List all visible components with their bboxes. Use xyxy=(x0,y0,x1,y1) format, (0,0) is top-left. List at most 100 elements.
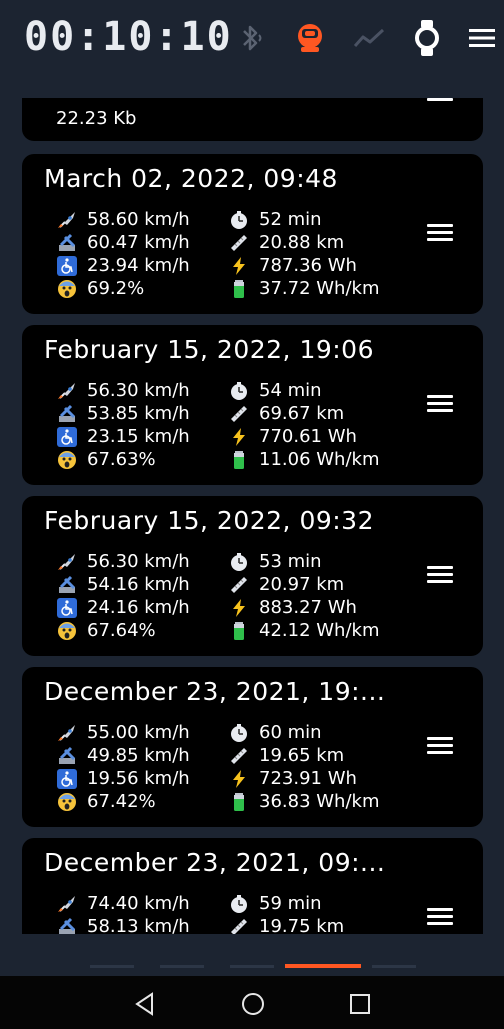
chart-icon[interactable] xyxy=(353,22,385,54)
satellite-icon xyxy=(56,403,78,425)
trip-card[interactable]: December 23, 2021, 09:... 74.40 km/h 58.… xyxy=(22,838,483,934)
rocket-icon xyxy=(56,722,78,744)
energy: 770.61 Wh xyxy=(228,425,357,448)
consumption: 36.83 Wh/km xyxy=(228,790,379,813)
battery-icon xyxy=(228,449,250,471)
trip-card[interactable]: December 23, 2021, 19:... 55.00 km/h 49.… xyxy=(22,667,483,827)
rocket-icon xyxy=(56,893,78,915)
wheel-icon[interactable] xyxy=(292,20,328,56)
trip-title: March 02, 2022, 09:48 xyxy=(44,164,338,193)
top-bar: 00:10:10 xyxy=(0,0,504,76)
battery-percent: 67.63% xyxy=(56,448,156,471)
lightning-icon xyxy=(228,426,250,448)
consumption: 37.72 Wh/km xyxy=(228,277,379,300)
trip-title: February 15, 2022, 19:06 xyxy=(44,335,374,364)
screaming-face-icon xyxy=(56,278,78,300)
satellite-icon xyxy=(56,574,78,596)
page-dot[interactable] xyxy=(230,965,274,968)
battery-icon xyxy=(228,278,250,300)
max-speed: 55.00 km/h xyxy=(56,721,190,744)
satellite-icon xyxy=(56,916,78,934)
consumption: 42.12 Wh/km xyxy=(228,619,379,642)
screaming-face-icon xyxy=(56,449,78,471)
trip-menu-button[interactable] xyxy=(427,395,455,415)
stopwatch-icon xyxy=(228,893,250,915)
wheelchair-icon xyxy=(56,426,78,448)
trip-card[interactable]: March 02, 2022, 09:48 58.60 km/h 60.47 k… xyxy=(22,154,483,314)
distance: 19.65 km xyxy=(228,744,344,767)
duration: 59 min xyxy=(228,892,322,915)
recents-icon[interactable] xyxy=(346,990,374,1018)
consumption: 11.06 Wh/km xyxy=(228,448,379,471)
page-indicator xyxy=(0,964,504,970)
max-speed: 56.30 km/h xyxy=(56,379,190,402)
trip-title: December 23, 2021, 19:... xyxy=(44,677,386,706)
duration: 52 min xyxy=(228,208,322,231)
bluetooth-icon[interactable] xyxy=(235,22,267,54)
watch-icon[interactable] xyxy=(411,18,443,58)
stopwatch-icon xyxy=(228,722,250,744)
trip-title: February 15, 2022, 09:32 xyxy=(44,506,374,535)
wheelchair-icon xyxy=(56,768,78,790)
trip-title: December 23, 2021, 09:... xyxy=(44,848,386,877)
stopwatch-icon xyxy=(228,551,250,573)
gps-speed: 54.16 km/h xyxy=(56,573,190,596)
trip-menu-button[interactable] xyxy=(427,737,455,757)
ruler-icon xyxy=(228,403,250,425)
distance: 19.75 km xyxy=(228,915,344,934)
screaming-face-icon xyxy=(56,791,78,813)
gps-speed: 60.47 km/h xyxy=(56,231,190,254)
battery-icon xyxy=(228,791,250,813)
max-speed: 74.40 km/h xyxy=(56,892,190,915)
trip-menu-button[interactable] xyxy=(427,566,455,586)
distance: 69.67 km xyxy=(228,402,344,425)
energy: 883.27 Wh xyxy=(228,596,357,619)
trip-card[interactable]: February 15, 2022, 19:06 56.30 km/h 53.8… xyxy=(22,325,483,485)
distance: 20.88 km xyxy=(228,231,344,254)
max-speed: 58.60 km/h xyxy=(56,208,190,231)
wheelchair-icon xyxy=(56,597,78,619)
file-size: 22.23 Kb xyxy=(56,108,137,129)
ruler-icon xyxy=(228,232,250,254)
ride-timer: 00:10:10 xyxy=(24,14,233,60)
avg-speed: 23.15 km/h xyxy=(56,425,190,448)
page-dot[interactable] xyxy=(160,965,204,968)
battery-percent: 67.42% xyxy=(56,790,156,813)
menu-icon[interactable] xyxy=(466,22,498,54)
home-icon[interactable] xyxy=(239,990,267,1018)
avg-speed: 19.56 km/h xyxy=(56,767,190,790)
duration: 54 min xyxy=(228,379,322,402)
trip-card[interactable]: February 15, 2022, 09:32 56.30 km/h 54.1… xyxy=(22,496,483,656)
trip-card-partial[interactable]: 22.23 Kb xyxy=(22,98,483,141)
trip-menu-button[interactable] xyxy=(427,224,455,244)
page-dot[interactable] xyxy=(90,965,134,968)
stopwatch-icon xyxy=(228,380,250,402)
gps-speed: 58.13 km/h xyxy=(56,915,190,934)
battery-percent: 67.64% xyxy=(56,619,156,642)
distance: 20.97 km xyxy=(228,573,344,596)
lightning-icon xyxy=(228,597,250,619)
page-dot-active[interactable] xyxy=(285,964,361,968)
gps-speed: 49.85 km/h xyxy=(56,744,190,767)
ruler-icon xyxy=(228,745,250,767)
trip-menu-button[interactable] xyxy=(427,98,455,118)
energy: 787.36 Wh xyxy=(228,254,357,277)
satellite-icon xyxy=(56,232,78,254)
page-dot[interactable] xyxy=(372,965,416,968)
back-icon[interactable] xyxy=(132,990,160,1018)
wheelchair-icon xyxy=(56,255,78,277)
battery-percent: 69.2% xyxy=(56,277,144,300)
android-nav-bar xyxy=(0,976,504,1029)
stopwatch-icon xyxy=(228,209,250,231)
avg-speed: 23.94 km/h xyxy=(56,254,190,277)
trip-list[interactable]: 22.23 Kb March 02, 2022, 09:48 58.60 km/… xyxy=(22,98,483,934)
max-speed: 56.30 km/h xyxy=(56,550,190,573)
satellite-icon xyxy=(56,745,78,767)
avg-speed: 24.16 km/h xyxy=(56,596,190,619)
duration: 60 min xyxy=(228,721,322,744)
ruler-icon xyxy=(228,916,250,934)
rocket-icon xyxy=(56,551,78,573)
trip-menu-button[interactable] xyxy=(427,908,455,928)
gps-speed: 53.85 km/h xyxy=(56,402,190,425)
lightning-icon xyxy=(228,255,250,277)
